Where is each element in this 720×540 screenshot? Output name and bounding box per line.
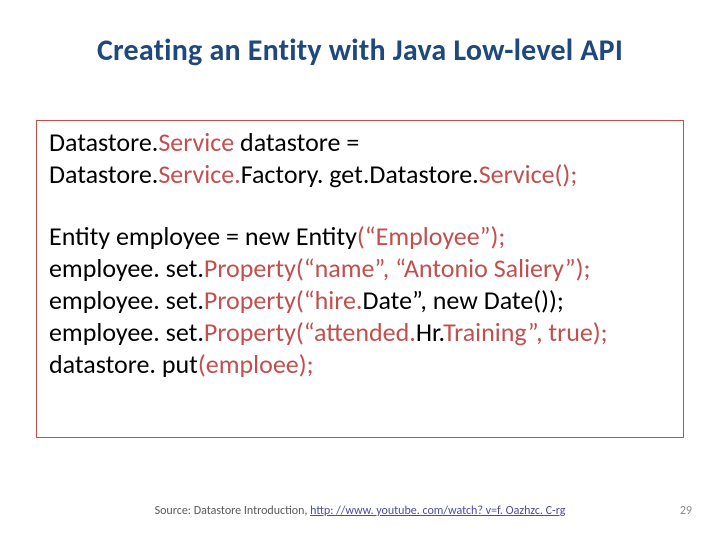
code-text: employee. set. <box>49 284 204 316</box>
slide-title: Creating an Entity with Java Low-level A… <box>0 32 720 69</box>
code-text: Property(“attended. <box>204 316 416 348</box>
code-text: datastore = <box>240 126 359 158</box>
code-text: Datastore. <box>49 158 158 190</box>
source-link[interactable]: http: //www. youtube. com/watch? v=f. Oa… <box>310 504 565 518</box>
code-text: (emploee); <box>198 348 314 380</box>
code-text: Property(“hire. <box>204 284 363 316</box>
code-text: Entity employee = new Entity <box>49 220 357 252</box>
code-text: Property(“name”, “Antonio Saliery”); <box>204 252 591 284</box>
code-text: employee. set. <box>49 252 204 284</box>
code-text: Datastore. <box>369 158 478 190</box>
code-text: Datastore. <box>49 126 158 158</box>
code-text: datastore. put <box>49 348 198 380</box>
code-text: Factory. get. <box>241 158 370 190</box>
code-text: Date”, new Date()); <box>362 284 563 316</box>
code-box: Datastore.Service datastore = Datastore.… <box>36 120 684 438</box>
code-text: Service. <box>158 158 240 190</box>
code-block-1: Datastore.Service datastore = Datastore.… <box>49 127 673 191</box>
footer-prefix: Source: Datastore Introduction, <box>155 504 311 518</box>
source-footer: Source: Datastore Introduction, http: //… <box>0 504 720 518</box>
code-text: employee. set. <box>49 316 204 348</box>
code-text: Training”, true); <box>443 316 608 348</box>
code-text: (“Employee”); <box>357 220 505 252</box>
code-text: Service(); <box>479 158 578 190</box>
code-block-2: Entity employee = new Entity(“Employee”)… <box>49 221 673 381</box>
page-number: 29 <box>680 504 692 518</box>
code-text: Hr. <box>416 316 443 348</box>
slide: Creating an Entity with Java Low-level A… <box>0 0 720 540</box>
code-text: Service <box>158 126 240 158</box>
